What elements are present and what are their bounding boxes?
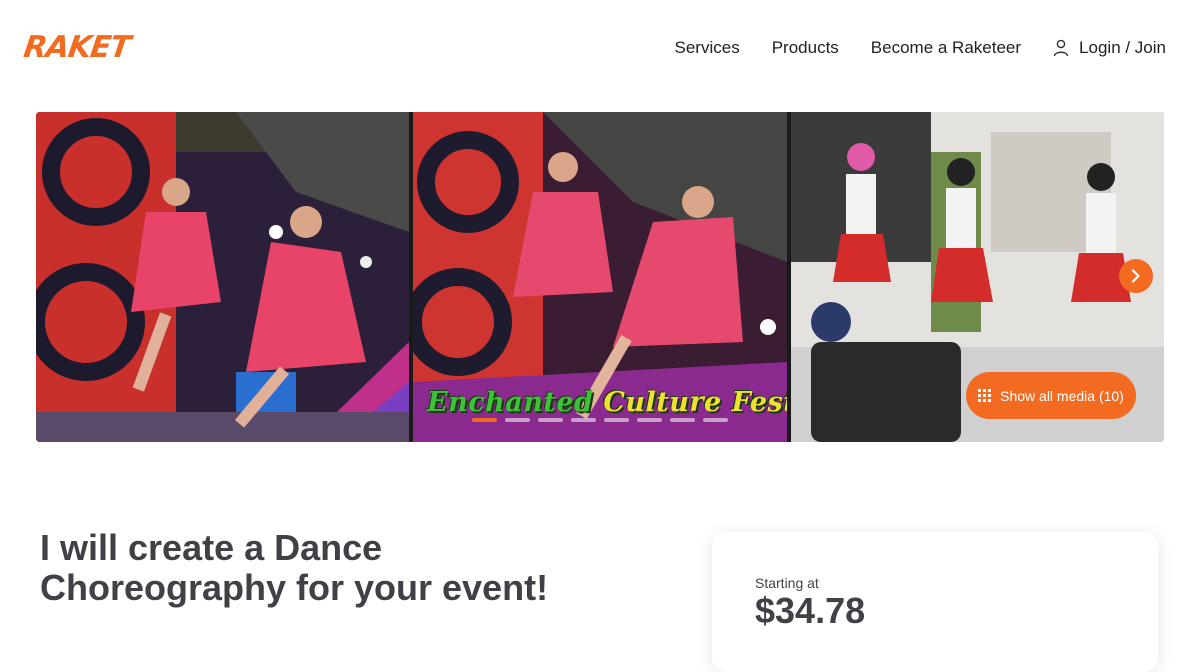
show-all-media-button[interactable]: Show all media (10) [966, 372, 1136, 419]
main-nav: Services Products Become a Raketeer Logi… [675, 38, 1166, 58]
nav-products[interactable]: Products [772, 38, 839, 58]
starting-price: $34.78 [755, 590, 866, 631]
pagination-dot[interactable] [571, 418, 596, 422]
login-join-label: Login / Join [1079, 38, 1166, 57]
starting-at-label: Starting at [755, 575, 819, 591]
gallery-photo-1[interactable] [36, 112, 409, 442]
nav-login-join[interactable]: Login / Join [1053, 38, 1166, 58]
nav-become-raketeer[interactable]: Become a Raketeer [871, 38, 1021, 58]
nav-services[interactable]: Services [675, 38, 740, 58]
site-header: RAKET Services Products Become a Raketee… [0, 0, 1200, 100]
overlay-title-part-1: Enchanted [427, 387, 604, 418]
price-card: Starting at $34.78 [712, 532, 1158, 672]
gallery-next-button[interactable] [1119, 259, 1153, 293]
gig-title: I will create a Dance Choreography for y… [40, 527, 549, 608]
pagination-dot[interactable] [703, 418, 728, 422]
photo-overlay-title: Enchanted Culture Fest [427, 387, 787, 418]
user-icon [1053, 39, 1069, 57]
pagination-dot[interactable] [472, 418, 497, 422]
pagination-dot[interactable] [538, 418, 563, 422]
raket-logo[interactable]: RAKET [22, 30, 132, 65]
gallery-photo-2[interactable]: Enchanted Culture Fest [413, 112, 787, 442]
gallery-pagination [472, 418, 736, 422]
overlay-title-part-2: Culture Fest [603, 387, 787, 418]
grid-icon [978, 389, 992, 402]
pagination-dot[interactable] [637, 418, 662, 422]
pagination-dot[interactable] [670, 418, 695, 422]
show-all-media-label: Show all media (10) [1000, 387, 1124, 404]
chevron-right-icon [1131, 269, 1140, 283]
pagination-dot[interactable] [604, 418, 629, 422]
pagination-dot[interactable] [505, 418, 530, 422]
